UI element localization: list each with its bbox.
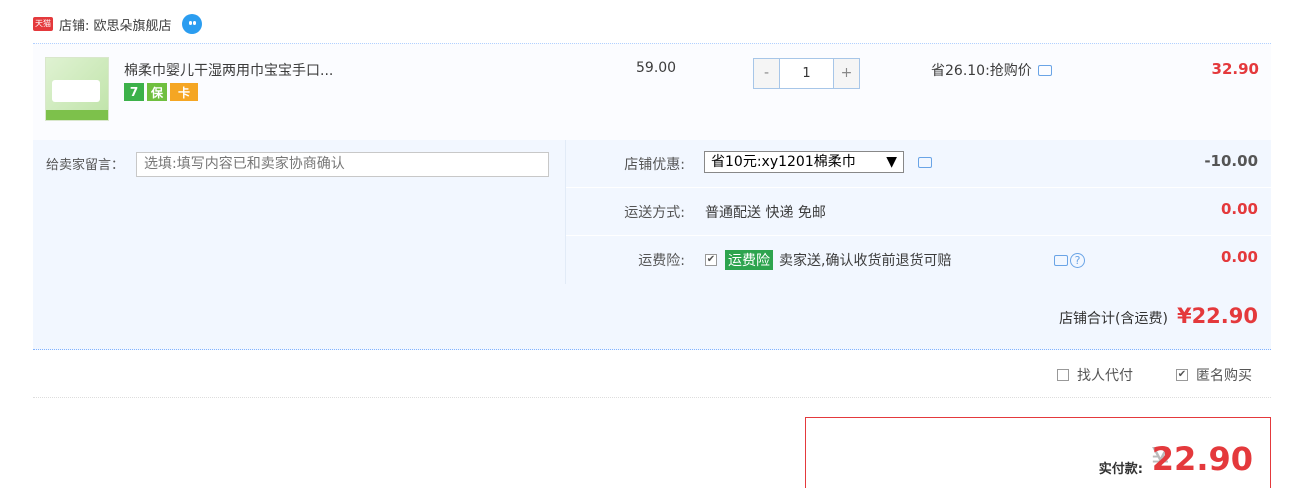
- item-subtotal: 32.90: [1211, 60, 1259, 78]
- insurance-help: ?: [1054, 253, 1085, 268]
- payment-options-row: 找人代付 ✔ 匿名购买: [33, 350, 1271, 398]
- quantity-decrease-button[interactable]: -: [754, 59, 779, 88]
- store-total-row: 店铺合计(含运费) ¥22.90: [33, 284, 1271, 350]
- promo-text: 省26.10:抢购价: [931, 63, 1032, 79]
- pay-for-me-label: 找人代付: [1077, 368, 1133, 384]
- quantity-stepper: - 1 +: [753, 58, 860, 89]
- store-discount-row: 店铺优惠: 省10元:xy1201棉柔巾 ▼ -10.00: [566, 140, 1272, 188]
- product-title-link[interactable]: 棉柔巾婴儿干湿两用巾宝宝手口...: [124, 60, 333, 80]
- seven-day-return-icon[interactable]: 7: [124, 83, 144, 101]
- insurance-tag: 运费险: [725, 250, 773, 270]
- insurance-text: 卖家送,确认收货前退货可赔: [779, 253, 952, 269]
- store-header: 天猫 店铺: 欧思朵旗舰店: [33, 12, 202, 36]
- payment-summary-box: 实付款: ¥ 22.90: [805, 417, 1271, 488]
- promo-info: 省26.10:抢购价: [931, 60, 1052, 80]
- shipping-insurance-row: 运费险: ✔ 运费险 卖家送,确认收货前退货可赔 ? 0.00: [566, 236, 1272, 284]
- help-icon[interactable]: ?: [1070, 253, 1085, 268]
- anonymous-purchase-checkbox[interactable]: ✔: [1176, 369, 1188, 381]
- shipping-insurance-label: 运费险:: [638, 253, 685, 269]
- anonymous-purchase-option[interactable]: ✔ 匿名购买: [1176, 365, 1252, 385]
- product-thumbnail[interactable]: [45, 57, 109, 121]
- seller-message-input[interactable]: 选填:填写内容已和卖家协商确认: [136, 152, 549, 177]
- actual-payment-label: 实付款:: [1098, 462, 1143, 477]
- comment-icon[interactable]: [1037, 64, 1052, 76]
- quantity-input[interactable]: 1: [779, 59, 834, 88]
- unit-price: 59.00: [636, 60, 677, 76]
- insurance-amount: 0.00: [1220, 248, 1258, 266]
- store-discount-amount: -10.00: [1204, 152, 1258, 170]
- store-discount-select[interactable]: 省10元:xy1201棉柔巾 ▼: [704, 151, 904, 173]
- pay-for-me-option[interactable]: 找人代付: [1057, 365, 1133, 385]
- shipping-insurance-value: ✔ 运费险 卖家送,确认收货前退货可赔: [705, 250, 951, 270]
- store-total-label: 店铺合计(含运费): [1059, 311, 1168, 327]
- seller-message-label: 给卖家留言：: [46, 158, 125, 173]
- dropdown-arrow-icon: ▼: [886, 154, 897, 170]
- order-item-row: 棉柔巾婴儿干湿两用巾宝宝手口... 7 保 卡 59.00 - 1 + 省26.…: [33, 43, 1271, 140]
- credit-card-icon[interactable]: 卡: [170, 83, 198, 101]
- seller-message-section: 给卖家留言： 选填:填写内容已和卖家协商确认: [33, 140, 565, 284]
- shipping-amount: 0.00: [1220, 200, 1258, 218]
- shipping-method: 普通配送 快递 免邮: [705, 205, 826, 221]
- order-options: 店铺优惠: 省10元:xy1201棉柔巾 ▼ -10.00 运送方式: 普通配送…: [565, 140, 1272, 284]
- shipping-label: 运送方式:: [624, 205, 685, 221]
- wangwang-chat-icon[interactable]: [181, 14, 202, 34]
- comment-icon[interactable]: [918, 157, 932, 168]
- quantity-increase-button[interactable]: +: [834, 59, 859, 88]
- store-total-value: ¥22.90: [1176, 304, 1258, 328]
- pay-for-me-checkbox[interactable]: [1057, 369, 1069, 381]
- store-discount-label: 店铺优惠:: [624, 157, 685, 173]
- store-name-link[interactable]: 店铺: 欧思朵旗舰店: [59, 15, 172, 34]
- guarantee-icon[interactable]: 保: [147, 83, 167, 101]
- comment-icon[interactable]: [1054, 255, 1068, 266]
- store-discount-selected: 省10元:xy1201棉柔巾: [711, 154, 856, 170]
- service-badges: 7 保 卡: [124, 83, 198, 101]
- insurance-checkbox[interactable]: ✔: [705, 254, 717, 266]
- tmall-icon: 天猫: [33, 17, 53, 31]
- actual-payment-value: 22.90: [1151, 440, 1253, 478]
- anonymous-purchase-label: 匿名购买: [1196, 368, 1252, 384]
- shipping-row: 运送方式: 普通配送 快递 免邮 0.00: [566, 188, 1272, 236]
